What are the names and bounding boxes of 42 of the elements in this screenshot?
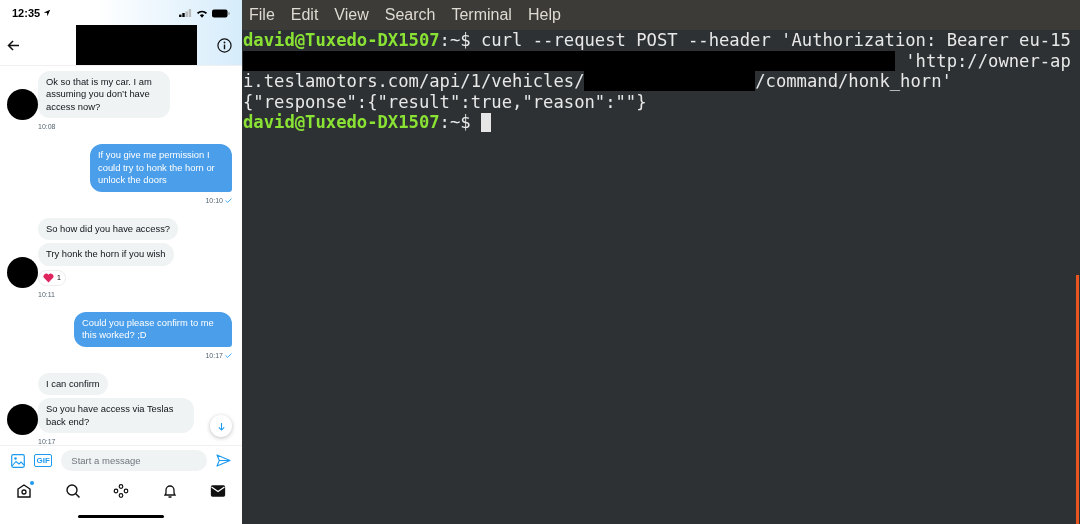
terminal-text: curl --request POST --header 'Authorization: Bearer eu-15 [480, 30, 1071, 51]
menu-item[interactable]: Help [527, 6, 561, 24]
status-time: 12:35 [12, 7, 41, 20]
wifi-icon [196, 8, 208, 18]
prompt-user: david@Tuxedo-DX1507 [243, 30, 440, 51]
heart-icon [43, 272, 54, 283]
prompt-path: :~$ [439, 30, 471, 51]
down-arrow-icon [216, 421, 226, 431]
notifications-tab[interactable] [161, 483, 178, 500]
message-bubble: Try honk the horn if you wish [38, 243, 174, 266]
avatar[interactable] [7, 89, 38, 121]
message-input[interactable]: Start a message [61, 450, 207, 472]
image-icon[interactable] [11, 453, 25, 468]
message-bubble: Ok so that is my car. I am assuming you don’t have access now? [38, 70, 170, 119]
menu-item[interactable]: Search [384, 6, 436, 24]
send-icon[interactable] [216, 454, 231, 468]
back-arrow-icon[interactable] [7, 40, 20, 52]
terminal-text: 'http://owner-ap [904, 50, 1071, 71]
prompt-path: :~$ [439, 112, 471, 133]
avatar[interactable] [7, 404, 38, 436]
info-icon[interactable] [217, 38, 232, 54]
terminal-text: /command/honk_horn' [755, 71, 952, 92]
menu-item[interactable]: File [249, 6, 275, 24]
signal-icon [179, 9, 192, 18]
menu-item[interactable]: View [334, 6, 369, 24]
message-bubble: So how did you have access? [38, 217, 179, 241]
messages-tab[interactable] [210, 483, 226, 500]
home-tab[interactable] [16, 483, 32, 500]
terminal-text: {"response":{"result":true,"reason":""} [243, 91, 647, 112]
menu-item[interactable]: Edit [290, 6, 319, 24]
location-arrow-icon [43, 9, 52, 18]
message-bubble: If you give me permission I could try to honk the horn or unlock the doors [90, 144, 232, 192]
message-bubble: I can confirm [38, 372, 108, 396]
avatar[interactable] [7, 256, 38, 288]
terminal-text: i.teslamotors.com/api/1/vehicles/ [243, 71, 585, 92]
search-tab[interactable] [64, 483, 81, 500]
spaces-tab[interactable] [113, 483, 129, 500]
prompt-user: david@Tuxedo-DX1507 [243, 112, 440, 133]
message-bubble: Could you please confirm to me this worked? ;D [74, 311, 232, 347]
message-bubble: So you have access via Teslas back end? [38, 398, 194, 434]
battery-icon [212, 8, 230, 18]
menu-item[interactable]: Terminal [451, 6, 512, 24]
